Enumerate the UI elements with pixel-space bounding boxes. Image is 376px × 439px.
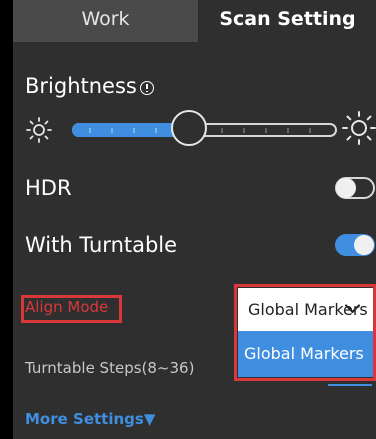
align-mode-label: Align Mode xyxy=(25,298,109,316)
turntable-label: With Turntable xyxy=(25,233,178,257)
turntable-steps-label: Turntable Steps(8~36) xyxy=(25,359,195,377)
sun-large-icon xyxy=(342,111,376,145)
brightness-label: Brightness xyxy=(25,74,137,98)
more-settings-link[interactable]: More Settings▼ xyxy=(25,410,155,428)
tab-work-label: Work xyxy=(81,8,130,30)
hdr-toggle[interactable] xyxy=(335,177,375,199)
turntable-toggle-knob xyxy=(354,235,374,255)
tab-scan-setting[interactable]: Scan Setting xyxy=(199,0,376,42)
tab-work[interactable]: Work xyxy=(13,0,199,42)
info-icon[interactable] xyxy=(140,81,154,95)
brightness-slider-thumb[interactable] xyxy=(171,110,207,146)
turntable-toggle[interactable] xyxy=(335,234,375,256)
hdr-toggle-knob xyxy=(336,178,356,198)
tab-scan-setting-label: Scan Setting xyxy=(219,8,356,30)
sun-small-icon xyxy=(26,117,52,143)
align-mode-dropdown-highlight xyxy=(234,284,376,381)
hdr-label: HDR xyxy=(25,176,72,200)
